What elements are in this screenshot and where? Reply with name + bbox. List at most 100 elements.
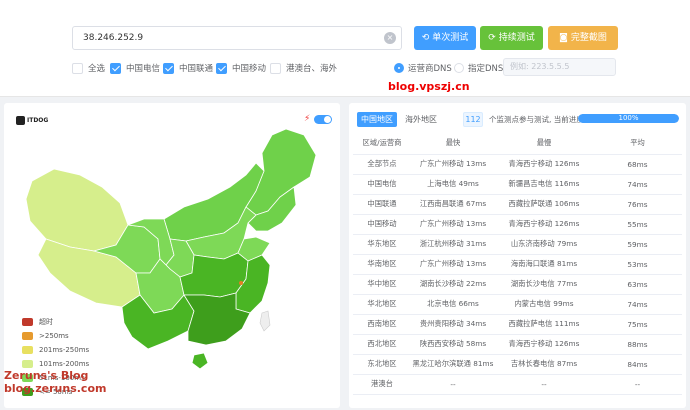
filter-china-unicom[interactable]: 中国联通: [163, 61, 213, 75]
blog-watermark: Zeruns's Blog blog.zeruns.com: [4, 369, 106, 395]
results-panel: 中国地区 海外地区 112 个监测点参与测试, 当前进度: 100% 区域/运营…: [349, 103, 686, 408]
location-marker: [239, 281, 243, 285]
filter-label: 中国电信: [126, 64, 161, 74]
latency-map-panel: ITDOG ⚡ 超时 >250ms 201ms-250ms 101ms-200m…: [4, 103, 340, 408]
table-header-row: 区域/运营商 最快 最慢 平均: [353, 133, 682, 155]
table-cell: 贵州贵阳移动 34ms: [411, 314, 495, 335]
table-cell: 青海西宁移动 126ms: [495, 334, 593, 355]
table-cell: 西藏拉萨电信 111ms: [495, 314, 593, 335]
progress-label: 100%: [618, 114, 639, 122]
column-header-slowest: 最慢: [495, 133, 593, 155]
filter-label: 中国联通: [179, 64, 214, 74]
table-cell: --: [411, 374, 495, 395]
table-row: 华南地区 广东广州移动 13ms 海南海口联通 81ms 53ms: [353, 254, 682, 275]
map-region-xinjiang[interactable]: [25, 168, 129, 252]
single-test-button[interactable]: ⟲ 单次测试: [414, 26, 476, 50]
brand-label: ITDOG: [27, 117, 49, 124]
map-region-hainan[interactable]: [191, 352, 209, 370]
radio-carrier-dns[interactable]: 运营商DNS: [394, 61, 452, 75]
table-cell: 湖南长沙移动 22ms: [411, 274, 495, 295]
legend-swatch: [22, 318, 33, 326]
camera-icon: ◙: [559, 33, 568, 43]
blog-watermark-url: blog.zeruns.com: [4, 382, 107, 395]
tab-china-mainland[interactable]: 中国地区: [357, 112, 397, 127]
table-cell: 75ms: [593, 314, 682, 335]
continuous-test-button[interactable]: ⟳ 持续测试: [480, 26, 543, 50]
legend-label: 201ms-250ms: [39, 346, 90, 354]
checkbox-china-unicom[interactable]: [163, 62, 174, 74]
filter-label: 港澳台、海外: [286, 64, 338, 74]
table-cell: 东北地区: [353, 354, 411, 375]
filter-china-telecom[interactable]: 中国电信: [110, 61, 160, 75]
table-cell: 广东广州移动 13ms: [411, 254, 495, 275]
radio-custom-dns[interactable]: 指定DNS:: [454, 61, 506, 75]
loop-icon: ⟳: [488, 33, 496, 43]
table-cell: 中国移动: [353, 214, 411, 235]
map-toggle[interactable]: [314, 115, 332, 124]
table-cell: 浙江杭州移动 31ms: [411, 234, 495, 255]
custom-dns-input[interactable]: 例如: 223.5.5.5: [503, 58, 616, 76]
table-cell: --: [495, 374, 593, 395]
table-cell: 74ms: [593, 294, 682, 315]
table-cell: 湖南长沙电信 77ms: [495, 274, 593, 295]
test-control-panel: 38.246.252.9 × ⟲ 单次测试 ⟳ 持续测试 ◙ 完整截图 全选 中国电信…: [0, 0, 690, 97]
table-cell: 华南地区: [353, 254, 411, 275]
filter-hk-mo-tw-overseas[interactable]: 港澳台、海外: [270, 61, 337, 75]
legend-item: >250ms: [22, 329, 89, 343]
legend-swatch: [22, 360, 33, 368]
table-cell: 广东广州移动 13ms: [411, 154, 495, 175]
checkbox-china-telecom[interactable]: [110, 62, 121, 74]
legend-item: 201ms-250ms: [22, 343, 89, 357]
blog-watermark-title: Zeruns's Blog: [4, 369, 89, 382]
checkbox-china-mobile[interactable]: [216, 62, 227, 74]
radio-custom-dns-dot[interactable]: [454, 63, 464, 73]
checkbox-select-all[interactable]: [72, 62, 83, 74]
table-cell: 华中地区: [353, 274, 411, 295]
table-cell: 59ms: [593, 234, 682, 255]
single-test-label: 单次测试: [432, 33, 469, 43]
progress-caption: 个监测点参与测试, 当前进度:: [489, 115, 587, 124]
table-row: 中国移动 广东广州移动 13ms 青海西宁移动 126ms 55ms: [353, 214, 682, 235]
table-row: 东北地区 黑龙江哈尔滨联通 81ms 吉林长春电信 87ms 84ms: [353, 354, 682, 375]
map-region-inner-mongolia[interactable]: [163, 162, 265, 242]
column-header-average: 平均: [593, 133, 682, 155]
table-cell: 63ms: [593, 274, 682, 295]
full-screenshot-button[interactable]: ◙ 完整截图: [548, 26, 618, 50]
column-header-fastest: 最快: [411, 133, 495, 155]
table-cell: 西南地区: [353, 314, 411, 335]
table-cell: 北京电信 66ms: [411, 294, 495, 315]
legend-swatch: [22, 332, 33, 340]
table-row: 港澳台 -- -- --: [353, 374, 682, 395]
filter-china-mobile[interactable]: 中国移动: [216, 61, 266, 75]
node-count-badge: 112: [463, 112, 483, 127]
table-row: 西北地区 陕西西安移动 58ms 青海西宁移动 126ms 88ms: [353, 334, 682, 355]
table-cell: 76ms: [593, 194, 682, 215]
table-cell: 74ms: [593, 174, 682, 195]
filter-label: 中国移动: [232, 64, 267, 74]
table-cell: 新疆昌吉电信 116ms: [495, 174, 593, 195]
table-cell: 中国联通: [353, 194, 411, 215]
table-cell: 山东济南移动 79ms: [495, 234, 593, 255]
target-ip-input[interactable]: 38.246.252.9: [72, 26, 402, 50]
table-cell: 68ms: [593, 154, 682, 175]
table-cell: 吉林长春电信 87ms: [495, 354, 593, 375]
table-cell: 华北地区: [353, 294, 411, 315]
full-screenshot-label: 完整截图: [570, 33, 607, 43]
table-cell: 内蒙古电信 99ms: [495, 294, 593, 315]
table-cell: 西北地区: [353, 334, 411, 355]
filter-select-all[interactable]: 全选: [72, 61, 105, 75]
radio-carrier-dns-dot[interactable]: [394, 63, 404, 73]
clear-icon[interactable]: ×: [384, 32, 396, 44]
table-cell: 84ms: [593, 354, 682, 375]
map-region-taiwan[interactable]: [259, 310, 271, 332]
table-cell: --: [593, 374, 682, 395]
table-cell: 55ms: [593, 214, 682, 235]
legend-label: 101ms-200ms: [39, 360, 90, 368]
filter-label: 全选: [88, 64, 106, 74]
dog-icon: [16, 116, 25, 125]
tab-overseas[interactable]: 海外地区: [401, 112, 441, 127]
legend-label: 超时: [39, 318, 53, 326]
table-cell: 港澳台: [353, 374, 411, 395]
table-cell: 全部节点: [353, 154, 411, 175]
checkbox-hk-mo-tw-overseas[interactable]: [270, 62, 281, 74]
